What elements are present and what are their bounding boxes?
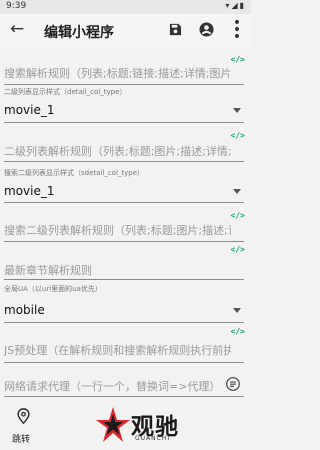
proxy-field[interactable]: 网络请求代理（一行一个，替换词=>代理） (0, 370, 251, 398)
account-icon[interactable] (199, 22, 214, 37)
watermark-logo: 观驰 GUANCHI (95, 405, 215, 445)
field-underline (4, 84, 244, 85)
field-underline (4, 161, 244, 162)
status-icons: ▾◢▮ (225, 1, 246, 10)
search-rule-field[interactable]: </> 搜索解析规则（列表;标题;链接;描述;详情;图片） (0, 50, 251, 92)
field-underline (4, 322, 244, 323)
field-underline (4, 279, 244, 280)
detail-col-type-select[interactable]: 二级列表显示样式（detail_col_type） movie_1 (0, 87, 251, 127)
global-ua-select[interactable]: 全局UA（以url里面的ua优先） mobile (0, 284, 251, 326)
save-icon[interactable] (169, 23, 182, 36)
field-underline (4, 202, 244, 203)
code-icon[interactable]: </> (231, 212, 245, 220)
star-logo-icon (96, 407, 130, 442)
dropdown-arrow-icon[interactable] (233, 189, 241, 194)
js-preprocess-field[interactable]: </> JS预处理（在解析规则和搜索解析规则执行前执行） (0, 326, 251, 366)
back-arrow-icon[interactable]: ← (10, 19, 24, 39)
js-preprocess-placeholder: JS预处理（在解析规则和搜索解析规则执行前执行） (4, 344, 231, 357)
sdetail-col-type-value: movie_1 (4, 184, 55, 198)
global-ua-value: mobile (4, 303, 45, 317)
jump-nav-label: 跳转 (12, 435, 31, 445)
last-chapter-rule-field[interactable]: </> 最新章节解析规则 (0, 244, 251, 284)
last-chapter-rule-placeholder: 最新章节解析规则 (4, 264, 92, 277)
detail-col-type-value: movie_1 (4, 103, 55, 117)
code-icon[interactable]: </> (231, 56, 245, 64)
code-icon[interactable]: </> (231, 246, 245, 254)
code-icon[interactable]: </> (231, 328, 245, 336)
sdetail-rule-placeholder: 搜索二级列表解析规则（列表;标题;图片;描述;详情;链接） (4, 224, 231, 237)
dropdown-arrow-icon[interactable] (233, 108, 241, 113)
page-title: 编辑小程序 (44, 25, 114, 41)
field-underline (4, 396, 244, 397)
sdetail-col-type-caption: 搜索二级列表显示样式（sdetail_col_type） (4, 169, 145, 177)
search-rule-placeholder: 搜索解析规则（列表;标题;链接;描述;详情;图片） (4, 67, 231, 80)
app-bar: ← 编辑小程序 • • • (0, 14, 251, 48)
field-underline (4, 122, 244, 123)
detail-rule-placeholder: 二级列表解析规则（列表;标题;图片;描述;详情;链接） (4, 145, 231, 158)
global-ua-caption: 全局UA（以url里面的ua优先） (4, 285, 102, 293)
location-pin-icon[interactable] (17, 408, 30, 424)
proxy-placeholder: 网络请求代理（一行一个，替换词=>代理） (4, 380, 216, 393)
document-icon[interactable] (226, 377, 240, 391)
status-time: 9:39 (6, 1, 27, 11)
field-underline (4, 362, 244, 363)
watermark-subtext: GUANCHI (135, 435, 171, 442)
detail-col-type-caption: 二级列表显示样式（detail_col_type） (4, 88, 127, 96)
dropdown-arrow-icon[interactable] (233, 308, 241, 313)
code-icon[interactable]: </> (231, 132, 245, 140)
more-options-icon[interactable]: • • • (232, 16, 242, 44)
status-bar: 9:39 ▾◢▮ (0, 0, 251, 14)
field-underline (4, 241, 244, 242)
sdetail-col-type-select[interactable]: 搜索二级列表显示样式（sdetail_col_type） movie_1 (0, 164, 251, 206)
